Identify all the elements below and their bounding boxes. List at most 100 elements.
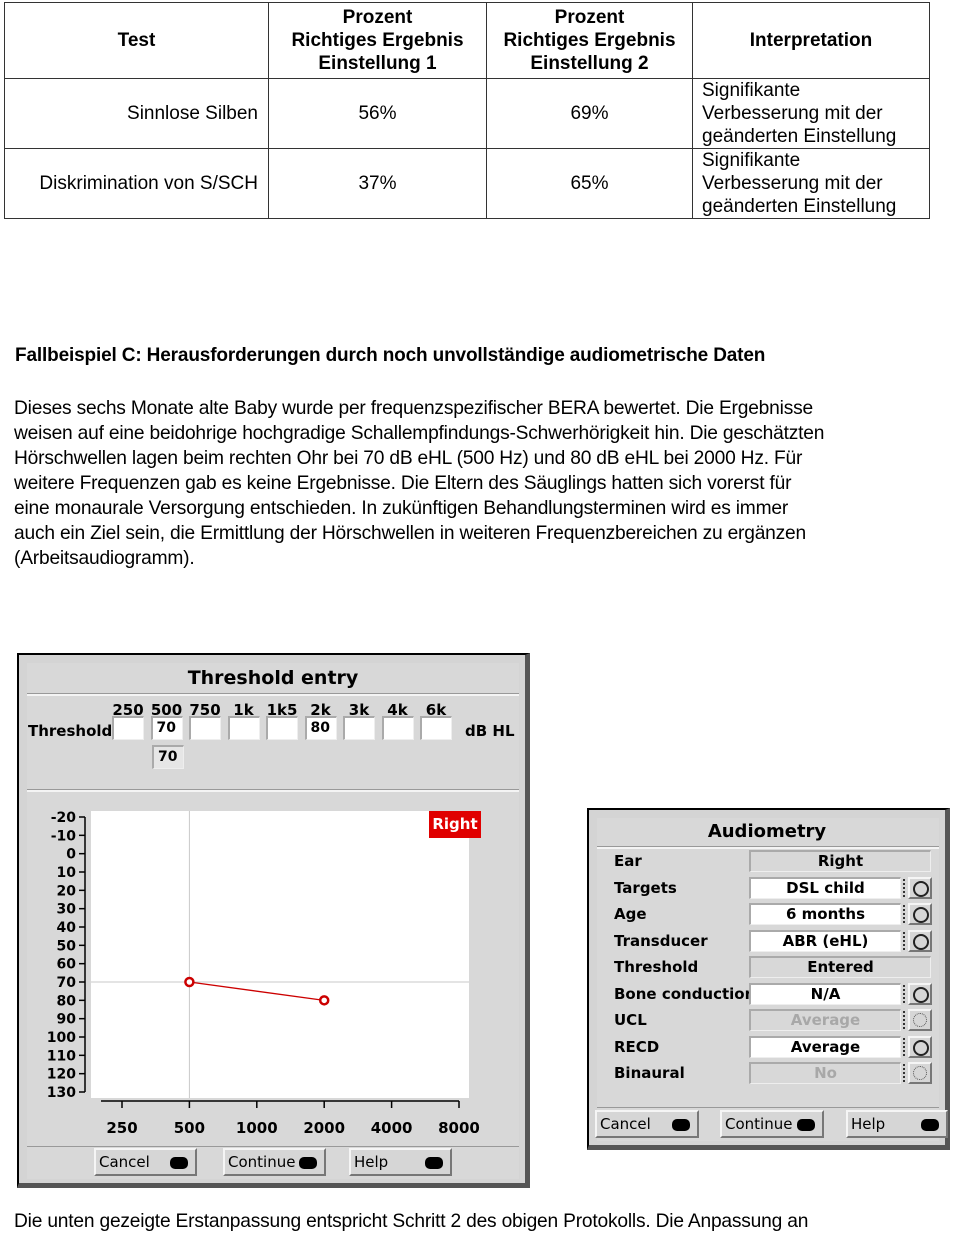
title-divider (27, 693, 519, 696)
button-bar-divider (597, 1107, 939, 1108)
age-field[interactable]: 6 months (749, 903, 901, 925)
threshold-input-750[interactable] (189, 716, 221, 740)
header-text: Richtiges Ergebnis (291, 30, 464, 51)
targets-option-button[interactable] (908, 876, 932, 899)
threshold-input-500[interactable]: 70 (150, 716, 183, 740)
circle-icon (913, 1066, 927, 1080)
interpretation-line: Verbesserung mit der (702, 173, 883, 194)
bone-conduction-option-button[interactable] (908, 982, 932, 1005)
cancel-label: Cancel (99, 1153, 150, 1171)
cell-setting1: 37% (268, 148, 487, 219)
transducer-label: Transducer (614, 931, 708, 950)
binaural-option-button[interactable] (908, 1062, 932, 1084)
recd-option-button[interactable] (908, 1035, 932, 1058)
threshold-input-3k[interactable] (343, 716, 375, 740)
continue-label: Continue (725, 1115, 793, 1133)
help-button[interactable]: Help (349, 1148, 452, 1176)
continue-button[interactable]: Continue (720, 1110, 824, 1138)
audiometry-window: Audiometry Ear Right Targets DSL child Age 6 … (587, 808, 950, 1150)
x-tick-label: 4000 (371, 1119, 413, 1137)
paragraph-line: weitere Frequenzen gab es keine Ergebnis… (14, 473, 792, 494)
cell-setting1: 56% (268, 78, 487, 149)
circle-icon (913, 1013, 927, 1027)
threshold-input-4k[interactable] (381, 716, 414, 740)
threshold-field: Entered (749, 956, 931, 978)
ucl-field[interactable]: Average (749, 1009, 901, 1031)
transducer-field[interactable]: ABR (eHL) (749, 929, 901, 952)
continue-button[interactable]: Continue (223, 1148, 326, 1176)
spinner-handle-icon[interactable] (903, 1064, 907, 1082)
paragraph-line: eine monaurale Versorgung entschieden. I… (14, 498, 789, 519)
x-tick-label: 1000 (236, 1119, 278, 1137)
y-tick-label: 0 (66, 847, 76, 863)
spinner-handle-icon[interactable] (903, 1037, 907, 1056)
header-interpretation: Interpretation (692, 2, 930, 79)
cell-setting2: 65% (486, 148, 693, 219)
paragraph-line: auch ein Ziel sein, die Ermittlung der H… (14, 523, 806, 544)
threshold-input-1k5[interactable] (266, 716, 298, 740)
header-setting2: Prozent Richtiges Ergebnis Einstellung 2 (486, 2, 693, 79)
y-tick-label: 120 (47, 1067, 76, 1083)
recd-field[interactable]: Average (749, 1035, 901, 1058)
x-tick-label: 2000 (303, 1119, 345, 1137)
threshold-entry-window: Threshold entry 250 500 750 1k 1k5 2k 3k 4k 6k T… (17, 653, 530, 1188)
y-tick-label: 130 (47, 1085, 76, 1101)
header-text: Test (117, 30, 156, 51)
interpretation-line: geänderten Einstellung (702, 196, 897, 217)
continue-label: Continue (228, 1153, 296, 1171)
table-row: Diskrimination von S/SCH 37% 65% Signifi… (4, 148, 930, 219)
section-divider (27, 789, 519, 792)
threshold-input-1k[interactable] (227, 716, 260, 740)
audiogram-chart: -20 -10 0 10 20 30 40 50 60 70 80 90 100 110 120 130 250… (19, 795, 525, 1145)
header-setting1: Prozent Richtiges Ergebnis Einstellung 1 (268, 2, 487, 79)
threshold-row-label: Threshold (28, 722, 113, 740)
spinner-handle-icon[interactable] (903, 984, 907, 1003)
transducer-option-button[interactable] (908, 929, 932, 952)
cell-setting2: 69% (486, 78, 693, 149)
targets-field[interactable]: DSL child (749, 876, 901, 899)
help-label: Help (354, 1153, 389, 1171)
recd-label: RECD (614, 1037, 660, 1056)
spinner-handle-icon[interactable] (903, 1011, 907, 1029)
ucl-option-button[interactable] (908, 1009, 932, 1031)
binaural-field[interactable]: No (749, 1062, 901, 1084)
ear-field: Right (749, 850, 931, 872)
button-indicator-icon (170, 1157, 188, 1169)
button-indicator-icon (797, 1119, 815, 1131)
header-text: Richtiges Ergebnis (503, 30, 676, 51)
cancel-button[interactable]: Cancel (595, 1110, 699, 1138)
ear-label: Ear (614, 852, 642, 870)
interpretation-line: Signifikante (702, 150, 801, 171)
y-tick-label: 80 (57, 993, 77, 1009)
y-tick-label: 100 (47, 1030, 76, 1046)
targets-label: Targets (614, 878, 677, 897)
interpretation-line: Verbesserung mit der (702, 103, 883, 124)
cancel-button[interactable]: Cancel (94, 1148, 197, 1176)
help-label: Help (851, 1115, 886, 1133)
unit-label: dB HL (465, 722, 515, 740)
cell-test: Diskrimination von S/SCH (4, 148, 269, 219)
spinner-handle-icon[interactable] (903, 905, 907, 923)
header-text: Einstellung 1 (318, 53, 437, 74)
spinner-handle-icon[interactable] (903, 878, 907, 897)
age-option-button[interactable] (908, 903, 932, 925)
button-bar-divider (27, 1146, 519, 1147)
threshold-input-6k[interactable] (420, 716, 452, 740)
data-point (318, 995, 330, 1006)
cancel-label: Cancel (600, 1115, 651, 1133)
x-tick-label: 250 (106, 1119, 137, 1137)
threshold-input-secondary-500[interactable]: 70 (152, 745, 184, 769)
table-row: Sinnlose Silben 56% 69% Signifikante Ver… (4, 78, 930, 149)
audiogram-svg: -20 -10 0 10 20 30 40 50 60 70 80 90 100 110 120 130 250… (47, 810, 480, 1137)
interpretation-line: geänderten Einstellung (702, 126, 897, 147)
bone-conduction-field[interactable]: N/A (749, 982, 901, 1005)
button-indicator-icon (299, 1157, 317, 1169)
help-button[interactable]: Help (846, 1110, 948, 1138)
x-tick-label: 8000 (438, 1119, 480, 1137)
y-tick-label: 30 (57, 902, 77, 918)
circle-icon (913, 933, 929, 950)
header-text: Prozent (342, 7, 413, 28)
threshold-input-2k[interactable]: 80 (304, 716, 337, 740)
spinner-handle-icon[interactable] (903, 931, 907, 950)
threshold-input-250[interactable] (112, 716, 144, 740)
